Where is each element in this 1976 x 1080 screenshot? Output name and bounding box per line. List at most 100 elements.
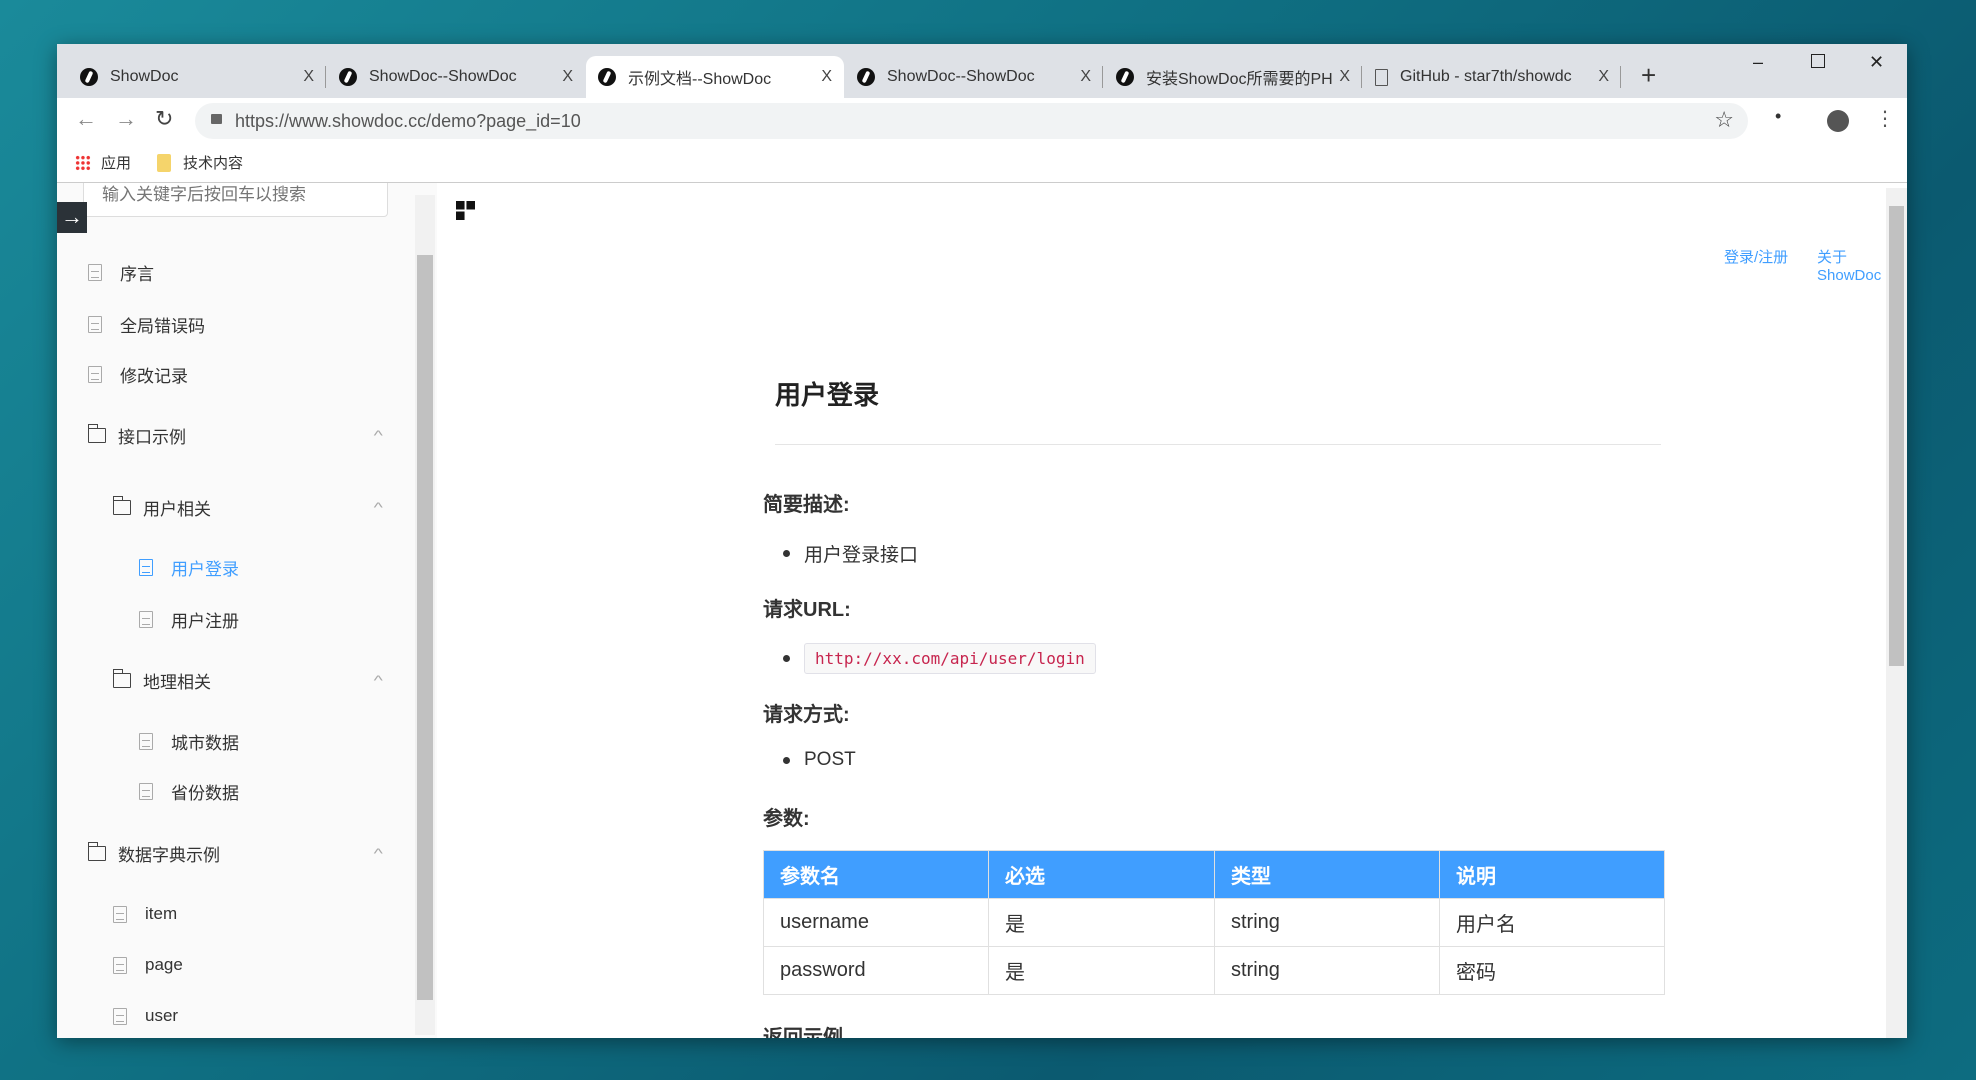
grid-menu-icon[interactable] [456,201,475,220]
scrollbar-thumb[interactable] [417,255,433,1000]
close-tab-icon[interactable]: X [1080,68,1091,86]
sidebar-item[interactable]: 序言 [88,257,154,287]
table-row: username 是 string 用户名 [763,898,1665,947]
close-tab-icon[interactable]: X [303,68,314,86]
chevron-up-icon[interactable]: ^ [374,672,383,688]
lock-icon [211,114,222,124]
params-table: 参数名 必选 类型 说明 username 是 string 用户名 password… [763,850,1665,995]
folder-icon [112,495,131,515]
page-icon [1375,68,1388,86]
sidebar-item[interactable]: 全局错误码 [88,309,205,339]
login-register-link[interactable]: 登录/注册 [1724,246,1788,267]
tab-title: ShowDoc--ShowDoc [369,68,517,85]
tab-example-doc[interactable]: 示例文档--ShowDoc X [586,56,844,98]
sidebar-folder[interactable]: 数据字典示例 [87,838,220,868]
tab-title: 示例文档--ShowDoc [628,71,772,88]
cell: 是 [988,898,1215,947]
close-tab-icon[interactable]: X [821,68,832,86]
sidebar-item[interactable]: 城市数据 [139,726,239,756]
request-url-code: http://xx.com/api/user/login [804,643,1096,674]
document-icon [88,315,102,333]
tab-showdoc-3[interactable]: ShowDoc--ShowDoc X [845,56,1103,98]
url-text: https://www.showdoc.cc/demo?page_id=10 [235,110,581,131]
sidebar-item[interactable]: item [113,899,177,929]
header-cell: 类型 [1214,850,1440,899]
tab-showdoc[interactable]: ShowDoc X [68,56,326,98]
sidebar-scrollbar[interactable] [415,195,435,1035]
sidebar-item-label: 修改记录 [120,366,188,386]
address-bar[interactable]: https://www.showdoc.cc/demo?page_id=10 ☆ [195,103,1748,139]
document-icon [113,956,127,974]
sidebar-item[interactable]: 修改记录 [88,359,188,389]
apps-icon [75,154,91,171]
tab-install[interactable]: 安装ShowDoc所需要的PH X [1104,56,1362,98]
chevron-up-icon[interactable]: ^ [374,845,383,861]
title-divider [775,444,1661,445]
tab-bar: ShowDoc X ShowDoc--ShowDoc X 示例文档--ShowDoc… [57,44,1907,98]
tab-github[interactable]: GitHub - star7th/showdc X [1363,56,1621,98]
maximize-button[interactable] [1811,54,1825,68]
document-icon [139,610,153,628]
bookmark-folder[interactable]: 技术内容 [157,152,243,173]
sidebar-item[interactable]: 用户登录 [139,552,239,582]
toggle-sidebar-arrow-icon[interactable]: → [57,202,87,233]
sidebar-item[interactable]: 用户注册 [139,604,239,634]
document-icon [139,732,153,750]
document-icon [113,905,127,923]
showdoc-icon [598,68,616,86]
tab-showdoc-2[interactable]: ShowDoc--ShowDoc X [327,56,585,98]
document-icon [88,365,102,383]
back-icon[interactable]: ← [75,106,97,132]
folder-icon [87,841,106,861]
doc-title: 用户登录 [775,380,880,410]
minimize-button[interactable]: – [1753,52,1763,73]
sidebar-folder[interactable]: 地理相关 [112,665,211,695]
extension-icon[interactable]: • [1775,106,1781,127]
close-window-button[interactable]: ✕ [1869,52,1884,73]
close-tab-icon[interactable]: X [1339,68,1350,86]
cell: string [1214,946,1440,995]
profile-icon[interactable] [1827,110,1849,132]
sidebar-item[interactable]: user [113,1001,178,1031]
chevron-up-icon[interactable]: ^ [374,427,383,443]
sidebar-item-label: 地理相关 [143,672,211,692]
forward-icon[interactable]: → [115,106,137,132]
method-item: POST [763,749,856,771]
sidebar-item-label: 城市数据 [171,733,239,753]
sidebar-item-label: 用户注册 [171,611,239,631]
folder-icon [112,668,131,688]
document-icon [113,1007,127,1025]
sidebar-item-label: 用户登录 [171,559,239,579]
header-cell: 必选 [988,850,1215,899]
chevron-up-icon[interactable]: ^ [374,499,383,515]
sidebar-item[interactable]: page [113,950,183,980]
close-tab-icon[interactable]: X [562,68,573,86]
tab-title: GitHub - star7th/showdc [1400,68,1572,85]
sidebar-item-label: 接口示例 [118,427,186,447]
close-tab-icon[interactable]: X [1598,68,1609,86]
search-input[interactable] [83,183,388,217]
cell: 用户名 [1439,898,1665,947]
header-cell: 说明 [1439,850,1665,899]
cell: string [1214,898,1440,947]
bookmarks-bar: 应用 技术内容 [57,142,1907,183]
cell: 密码 [1439,946,1665,995]
folder-icon [157,153,171,172]
sidebar-item-label: user [145,1006,179,1025]
page-scrollbar[interactable] [1886,188,1907,1038]
url-item: http://xx.com/api/user/login [763,643,1096,674]
reload-icon[interactable]: ↻ [155,106,173,132]
menu-icon[interactable]: ⋮ [1875,106,1895,131]
url-heading: 请求URL: [763,599,851,621]
showdoc-icon [1116,68,1134,86]
bookmark-label: 应用 [101,155,132,172]
page-scrollbar-thumb[interactable] [1889,206,1904,666]
sidebar-item[interactable]: 省份数据 [139,776,239,806]
bookmark-apps[interactable]: 应用 [75,152,131,173]
new-tab-button[interactable]: + [1641,60,1656,91]
star-icon[interactable]: ☆ [1714,107,1734,133]
sidebar-folder[interactable]: 接口示例 [87,420,186,450]
sidebar-item-label: page [145,955,183,974]
sidebar-folder[interactable]: 用户相关 [112,492,211,522]
params-heading: 参数: [763,808,810,830]
